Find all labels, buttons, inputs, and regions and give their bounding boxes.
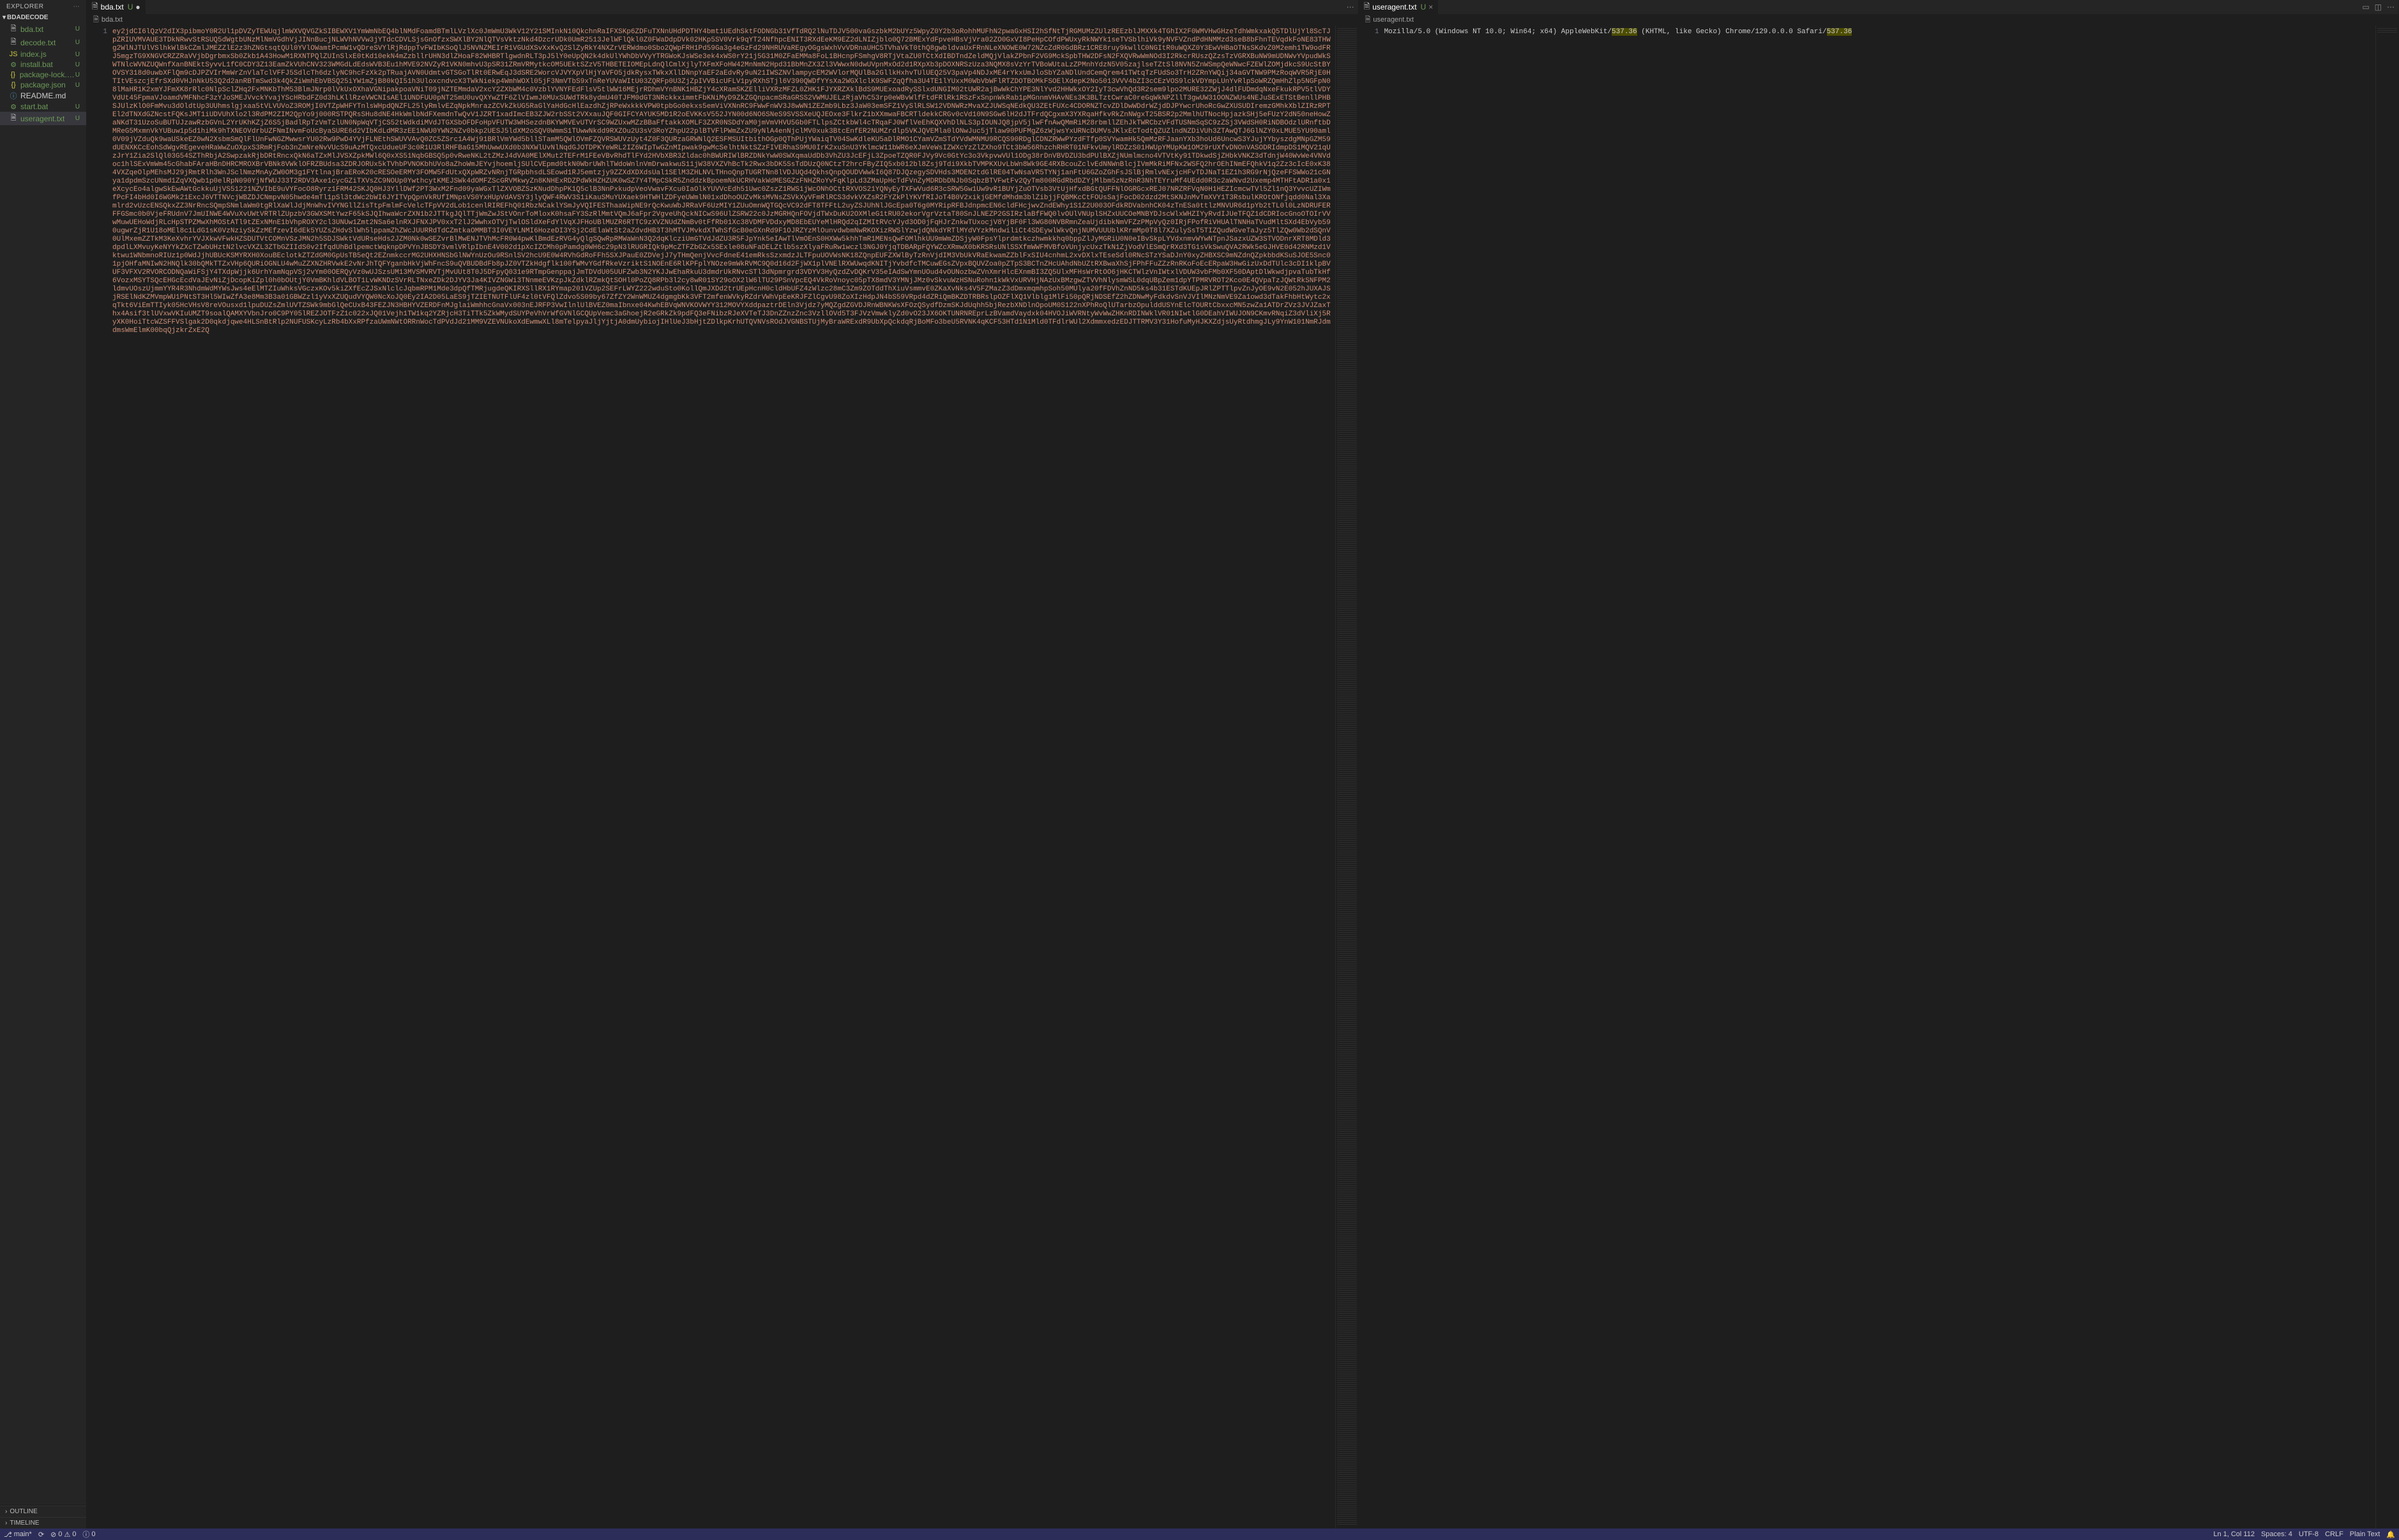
chevron-right-icon: ›	[5, 1520, 7, 1527]
encoding[interactable]: UTF-8	[2299, 1530, 2319, 1538]
notifications-icon[interactable]: 🔔	[2386, 1530, 2395, 1539]
gutter-left: 1	[87, 26, 112, 1529]
modified-indicator: U	[75, 26, 82, 33]
branch-indicator[interactable]: ⎇ main*	[4, 1530, 32, 1539]
project-header[interactable]: ▾ BDADECODE	[0, 13, 86, 22]
problems-indicator[interactable]: ⊘ 0 ⚠ 0	[50, 1530, 76, 1539]
file-index-js[interactable]: JSindex.js U	[0, 49, 86, 59]
more-icon[interactable]: ⋯	[2387, 3, 2395, 11]
file-label: decode.txt	[20, 38, 56, 47]
explorer-title: EXPLORER	[6, 3, 43, 10]
file-package-json[interactable]: {}package.json U	[0, 80, 86, 90]
file-label: useragent.txt	[20, 114, 64, 123]
js-icon: JS	[9, 50, 18, 58]
chevron-down-icon: ▾	[3, 14, 6, 21]
file-start-bat[interactable]: ⚙start.bat U	[0, 102, 86, 112]
json-icon: {}	[9, 71, 17, 79]
modified-indicator: U	[75, 115, 82, 122]
file-package-lock-json[interactable]: {}package-lock.jsonU	[0, 70, 86, 80]
close-icon[interactable]: ×	[1428, 3, 1433, 11]
md-icon: ⓘ	[9, 91, 18, 101]
ports-indicator[interactable]: ⓘ 0	[82, 1529, 95, 1539]
layout-icon[interactable]: ◫	[2375, 3, 2382, 11]
gutter-right: 1	[1359, 26, 1384, 1529]
tab-status: U	[1421, 3, 1427, 11]
editor-content-right[interactable]: Mozilla/5.0 (Windows NT 10.0; Win64; x64…	[1384, 26, 2375, 1529]
file-label: README.md	[20, 91, 66, 100]
file-README-md[interactable]: ⓘREADME.md	[0, 90, 86, 102]
file-icon: 🗎	[1365, 14, 1371, 26]
modified-indicator: U	[75, 51, 82, 58]
modified-indicator: U	[75, 82, 82, 89]
more-icon[interactable]: ⋯	[1347, 3, 1354, 11]
file-label: start.bat	[20, 102, 48, 111]
file-icon: 🗎	[9, 36, 18, 49]
modified-indicator: U	[75, 103, 82, 110]
error-icon: ⊘	[50, 1530, 56, 1539]
file-icon: 🗎	[93, 14, 99, 26]
file-label: index.js	[20, 50, 47, 59]
file-icon: 🗎	[1364, 1, 1370, 14]
breadcrumb-left[interactable]: 🗎 bda.txt	[87, 14, 1358, 26]
file-decode-txt[interactable]: 🗎decode.txt U	[0, 36, 86, 49]
file-icon: 🗎	[9, 112, 18, 125]
modified-indicator: U	[75, 61, 82, 68]
file-label: package-lock.json	[20, 70, 75, 79]
language-mode[interactable]: Plain Text	[2350, 1530, 2380, 1538]
modified-dot-icon: ●	[135, 3, 140, 11]
file-label: package.json	[20, 80, 66, 89]
status-bar: ⎇ main* ⟳ ⊘ 0 ⚠ 0 ⓘ 0 Ln 1, Col 112 Spac…	[0, 1529, 2399, 1540]
bat-icon: ⚙	[9, 103, 18, 111]
branch-icon: ⎇	[4, 1530, 12, 1539]
chevron-right-icon: ›	[5, 1508, 7, 1515]
sync-icon: ⟳	[38, 1530, 44, 1539]
outline-section[interactable]: › OUTLINE	[0, 1506, 86, 1517]
json-icon: {}	[9, 81, 18, 89]
cursor-position[interactable]: Ln 1, Col 112	[2213, 1530, 2255, 1538]
file-useragent-txt[interactable]: 🗎useragent.txt U	[0, 112, 86, 125]
tab-status: U	[128, 3, 133, 11]
tab-useragent[interactable]: 🗎 useragent.txt U ×	[1359, 0, 1439, 14]
tab-bar-left: 🗎 bda.txt U ● ⋯	[87, 0, 1358, 14]
file-label: bda.txt	[20, 25, 43, 34]
sidebar: EXPLORER ⋯ ▾ BDADECODE 🗎bda.txtU🗎decode.…	[0, 0, 87, 1529]
tab-bar-right: 🗎 useragent.txt U × ▭ ◫ ⋯	[1359, 0, 2398, 14]
sync-button[interactable]: ⟳	[38, 1530, 44, 1539]
split-icon[interactable]: ▭	[2362, 3, 2369, 11]
file-list: 🗎bda.txtU🗎decode.txtUJSindex.jsU⚙install…	[0, 22, 86, 1505]
eol[interactable]: CRLF	[2325, 1530, 2343, 1538]
modified-indicator: U	[75, 39, 82, 46]
radio-icon: ⓘ	[82, 1529, 89, 1539]
timeline-section[interactable]: › TIMELINE	[0, 1517, 86, 1529]
file-install-bat[interactable]: ⚙install.bat U	[0, 59, 86, 70]
minimap-left[interactable]	[1335, 26, 1358, 1529]
editor-content-left[interactable]: ey2jdCI6lQzV2dIX3pibmoY0R2Ul1pDVZyTEWUqj…	[112, 26, 1335, 1529]
file-bda-txt[interactable]: 🗎bda.txt U	[0, 22, 86, 36]
tab-bda[interactable]: 🗎 bda.txt U ●	[87, 0, 146, 14]
project-name: BDADECODE	[7, 14, 48, 21]
editor-group-left: 🗎 bda.txt U ● ⋯ 🗎 bda.txt 1 ey2jdC	[87, 0, 1359, 1529]
editor-body-right[interactable]: 1 Mozilla/5.0 (Windows NT 10.0; Win64; x…	[1359, 26, 2398, 1529]
file-icon: 🗎	[92, 1, 98, 14]
editor-area: 🗎 bda.txt U ● ⋯ 🗎 bda.txt 1 ey2jdC	[87, 0, 2399, 1529]
more-icon[interactable]: ⋯	[73, 3, 80, 10]
minimap-right[interactable]	[2375, 26, 2398, 1529]
file-label: install.bat	[20, 60, 53, 69]
sidebar-header: EXPLORER ⋯	[0, 0, 86, 13]
bat-icon: ⚙	[9, 61, 18, 69]
modified-indicator: U	[75, 72, 82, 79]
editor-body-left[interactable]: 1 ey2jdCI6lQzV2dIX3pibmoY0R2Ul1pDVZyTEWU…	[87, 26, 1358, 1529]
editor-group-right: 🗎 useragent.txt U × ▭ ◫ ⋯ 🗎 useragent.tx…	[1359, 0, 2399, 1529]
warning-icon: ⚠	[64, 1530, 70, 1539]
indentation[interactable]: Spaces: 4	[2261, 1530, 2292, 1538]
breadcrumb-right[interactable]: 🗎 useragent.txt	[1359, 14, 2398, 26]
file-icon: 🗎	[9, 23, 18, 35]
